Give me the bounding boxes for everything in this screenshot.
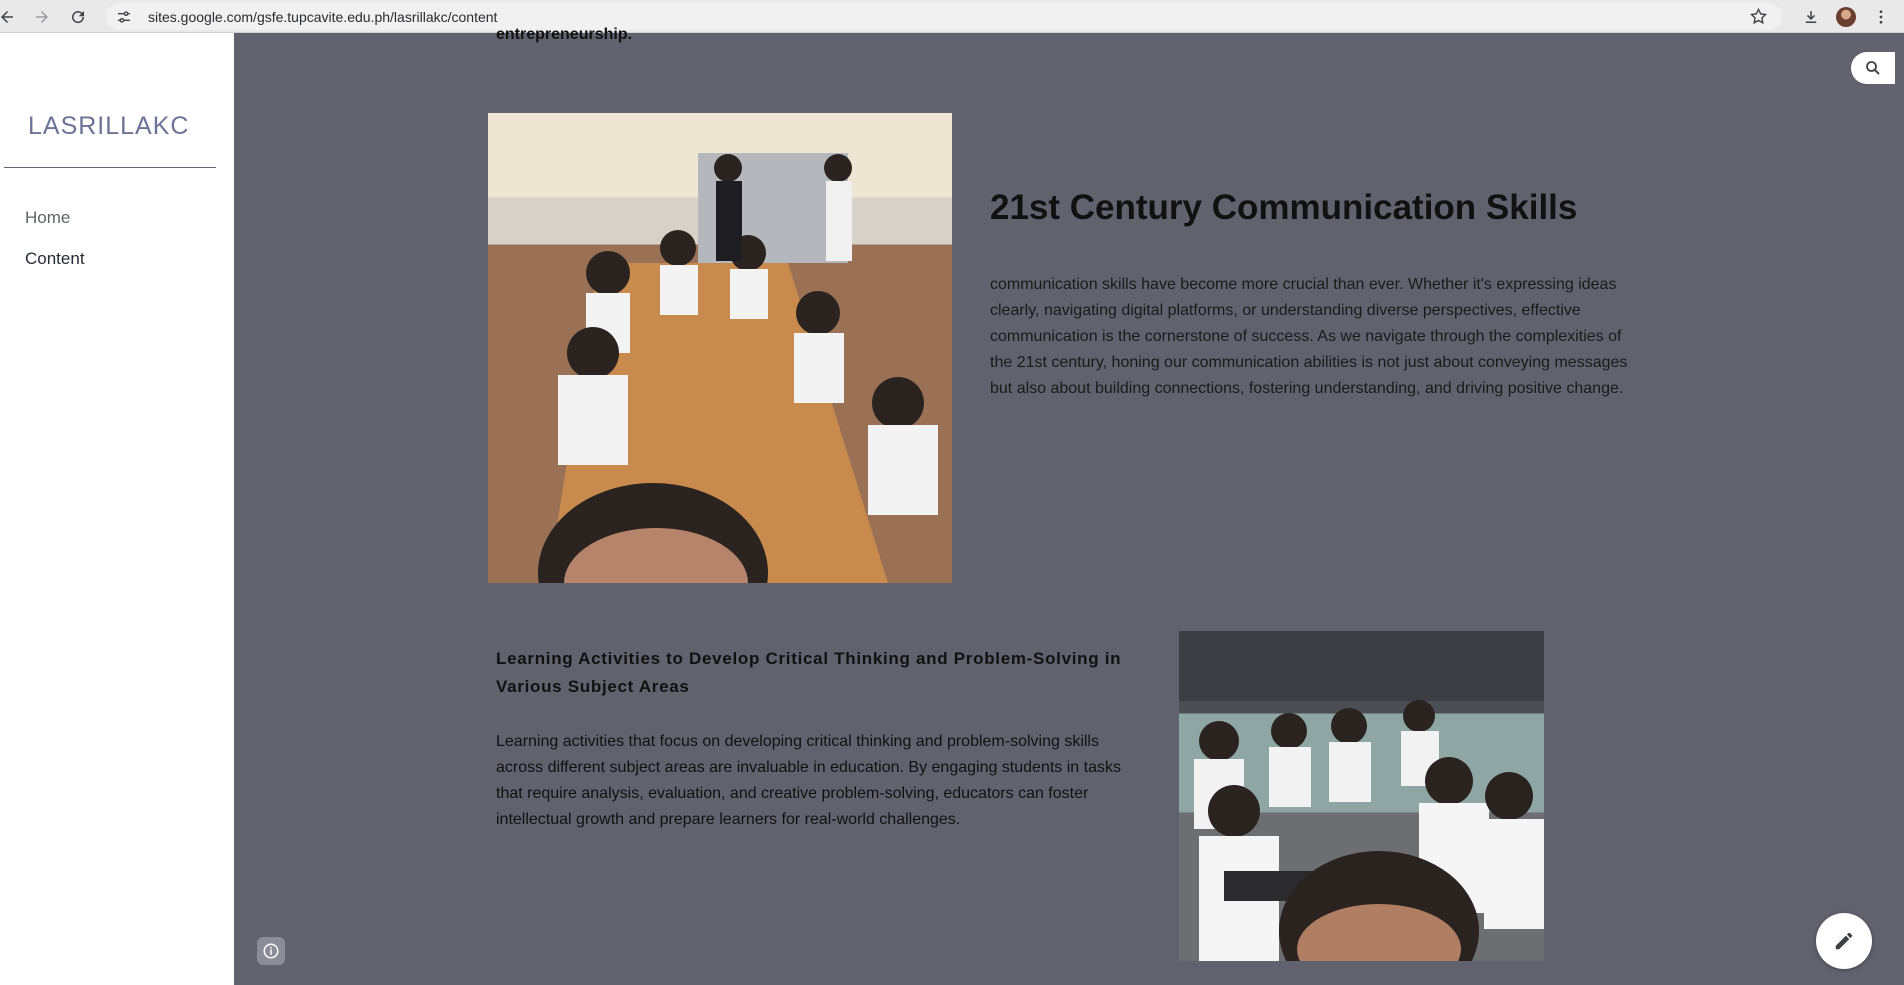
- reload-icon: [72, 10, 85, 23]
- site-search-button[interactable]: [1851, 52, 1895, 84]
- group-photo-classroom-selfie: [1179, 631, 1544, 961]
- section-body-learning-activities: Learning activities that focus on develo…: [496, 733, 1121, 828]
- edit-button[interactable]: [1816, 913, 1872, 969]
- arrow-left-icon: [1, 10, 13, 23]
- info-icon: [263, 943, 279, 959]
- download-icon: [1805, 10, 1817, 23]
- forward-button[interactable]: [27, 0, 57, 33]
- url-text[interactable]: sites.google.com/gsfe.tupcavite.edu.ph/l…: [148, 9, 497, 25]
- site-info-icon[interactable]: [112, 5, 136, 29]
- sidebar-item-home[interactable]: Home: [25, 208, 70, 228]
- reload-button[interactable]: [63, 0, 93, 33]
- profile-avatar[interactable]: [1831, 0, 1861, 33]
- back-button[interactable]: [0, 0, 22, 33]
- section-title-learning-activities: Learning Activities to Develop Critical …: [496, 649, 1122, 696]
- browser-menu-button[interactable]: [1866, 0, 1896, 33]
- site-info-button[interactable]: [257, 937, 285, 965]
- browser-toolbar: sites.google.com/gsfe.tupcavite.edu.ph/l…: [0, 0, 1904, 33]
- search-icon: [1866, 61, 1880, 75]
- avatar: [1836, 6, 1856, 27]
- group-photo-classroom-table: [488, 113, 952, 583]
- address-bar[interactable]: sites.google.com/gsfe.tupcavite.edu.ph/l…: [106, 3, 1782, 30]
- arrow-right-icon: [36, 10, 48, 23]
- kebab-icon: [1879, 9, 1883, 24]
- site-title[interactable]: LASRILLAKC: [28, 112, 189, 141]
- sidebar-item-content[interactable]: Content: [25, 249, 85, 269]
- pencil-icon: [1835, 932, 1853, 950]
- star-icon[interactable]: [1749, 7, 1768, 26]
- section-title-communication: 21st Century Communication Skills: [990, 188, 1578, 227]
- sidebar: LASRILLAKC Home Content: [0, 33, 234, 985]
- download-button[interactable]: [1796, 0, 1826, 33]
- previous-section-text: entrepreneurship.: [496, 26, 633, 43]
- sidebar-divider: [4, 167, 216, 168]
- section-body-communication: communication skills have become more cr…: [990, 276, 1628, 397]
